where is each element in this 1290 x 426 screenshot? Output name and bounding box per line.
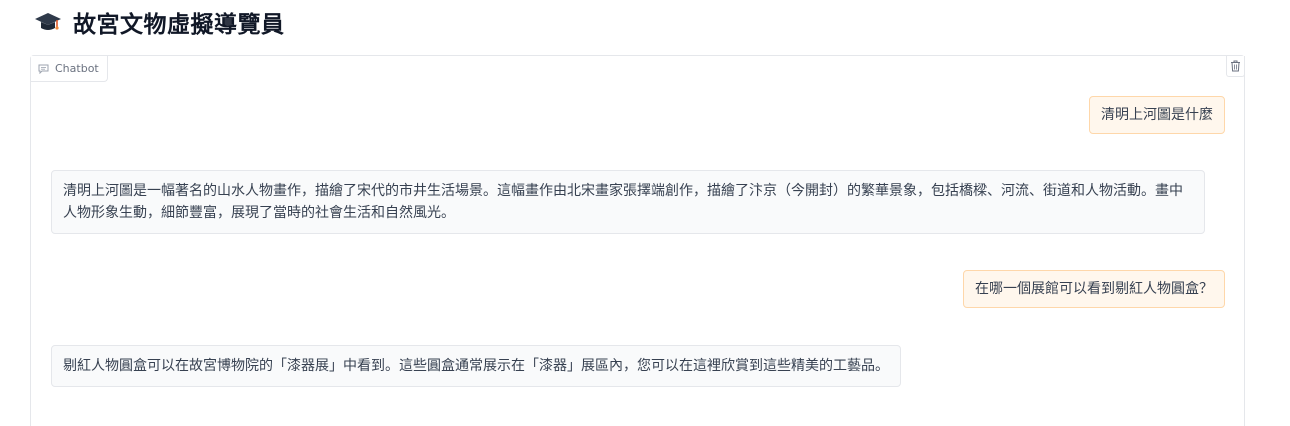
chatbot-panel: Chatbot 清明上河圖是什麼 清明上河圖是一幅著名的山水人物畫作，描繪了宋代… bbox=[30, 55, 1245, 426]
user-message: 在哪一個展館可以看到剔紅人物圓盒？ bbox=[963, 270, 1225, 308]
chatbot-label-text: Chatbot bbox=[55, 62, 99, 75]
chatbot-label: Chatbot bbox=[31, 56, 108, 82]
page-title: 故宮文物虛擬導覽員 bbox=[73, 12, 285, 38]
header: 故宮文物虛擬導覽員 bbox=[33, 4, 285, 40]
bot-message: 清明上河圖是一幅著名的山水人物畫作，描繪了宋代的市井生活場景。這幅畫作由北宋畫家… bbox=[51, 170, 1205, 234]
trash-icon bbox=[1231, 60, 1240, 72]
clear-chat-button[interactable] bbox=[1226, 56, 1245, 77]
graduation-cap-icon bbox=[33, 9, 63, 35]
chat-bubble-icon bbox=[38, 64, 49, 74]
bot-message: 剔紅人物圓盒可以在故宮博物院的「漆器展」中看到。這些圓盒通常展示在「漆器」展區內… bbox=[51, 345, 901, 387]
page: 故宮文物虛擬導覽員 Chatbot 清明上河圖是什麼 清明上河圖是一幅著名的山水… bbox=[0, 0, 1290, 426]
user-message: 清明上河圖是什麼 bbox=[1089, 96, 1225, 134]
